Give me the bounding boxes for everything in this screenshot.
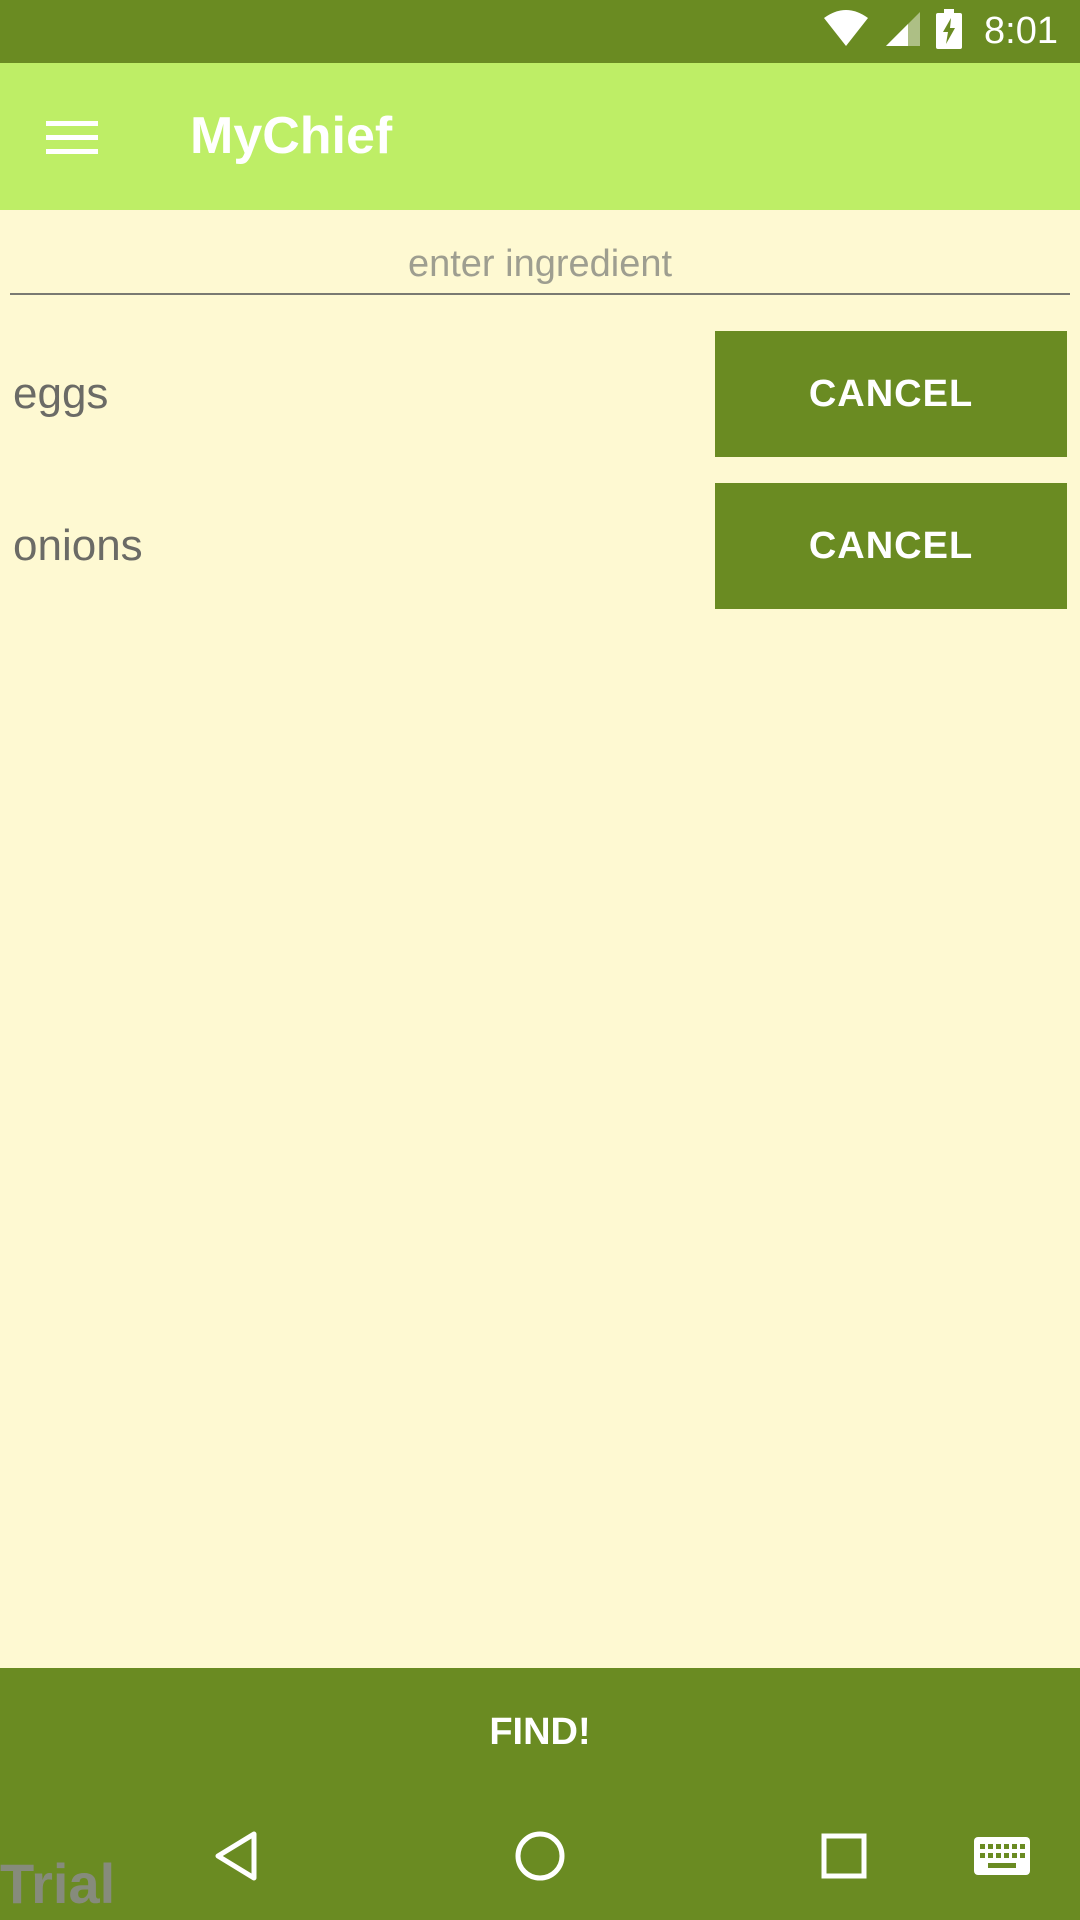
recents-button[interactable] bbox=[804, 1818, 884, 1898]
keyboard-icon bbox=[974, 1836, 1030, 1880]
home-button[interactable] bbox=[500, 1818, 580, 1898]
status-time: 8:01 bbox=[984, 10, 1058, 52]
ingredient-row: onions CANCEL bbox=[0, 483, 1080, 609]
ingredient-name: onions bbox=[13, 521, 143, 570]
status-bar: 8:01 bbox=[0, 0, 1080, 63]
ingredient-name: eggs bbox=[13, 369, 109, 418]
trial-watermark: Trial bbox=[0, 1852, 116, 1915]
home-icon bbox=[514, 1830, 566, 1887]
navigation-bar bbox=[0, 1796, 1080, 1920]
app-title: MyChief bbox=[190, 107, 393, 165]
ingredient-input[interactable] bbox=[10, 235, 1070, 295]
cancel-button[interactable]: CANCEL bbox=[715, 483, 1067, 609]
cellular-signal-icon bbox=[884, 10, 922, 53]
back-button[interactable] bbox=[196, 1818, 276, 1898]
wifi-icon bbox=[822, 10, 870, 53]
find-button[interactable]: FIND! bbox=[0, 1668, 1080, 1796]
status-icons: 8:01 bbox=[822, 0, 1058, 63]
keyboard-button[interactable] bbox=[962, 1818, 1042, 1898]
app-screen: 8:01 MyChief eggs CANCEL onions CANCEL bbox=[0, 0, 1080, 1920]
battery-charging-icon bbox=[936, 9, 963, 54]
hamburger-menu-icon bbox=[46, 117, 98, 162]
cancel-button[interactable]: CANCEL bbox=[715, 331, 1067, 457]
recents-icon bbox=[820, 1832, 868, 1885]
ingredient-row: eggs CANCEL bbox=[0, 331, 1080, 457]
menu-button[interactable] bbox=[36, 103, 108, 175]
back-icon bbox=[212, 1830, 260, 1887]
app-bar: MyChief bbox=[0, 63, 1080, 210]
